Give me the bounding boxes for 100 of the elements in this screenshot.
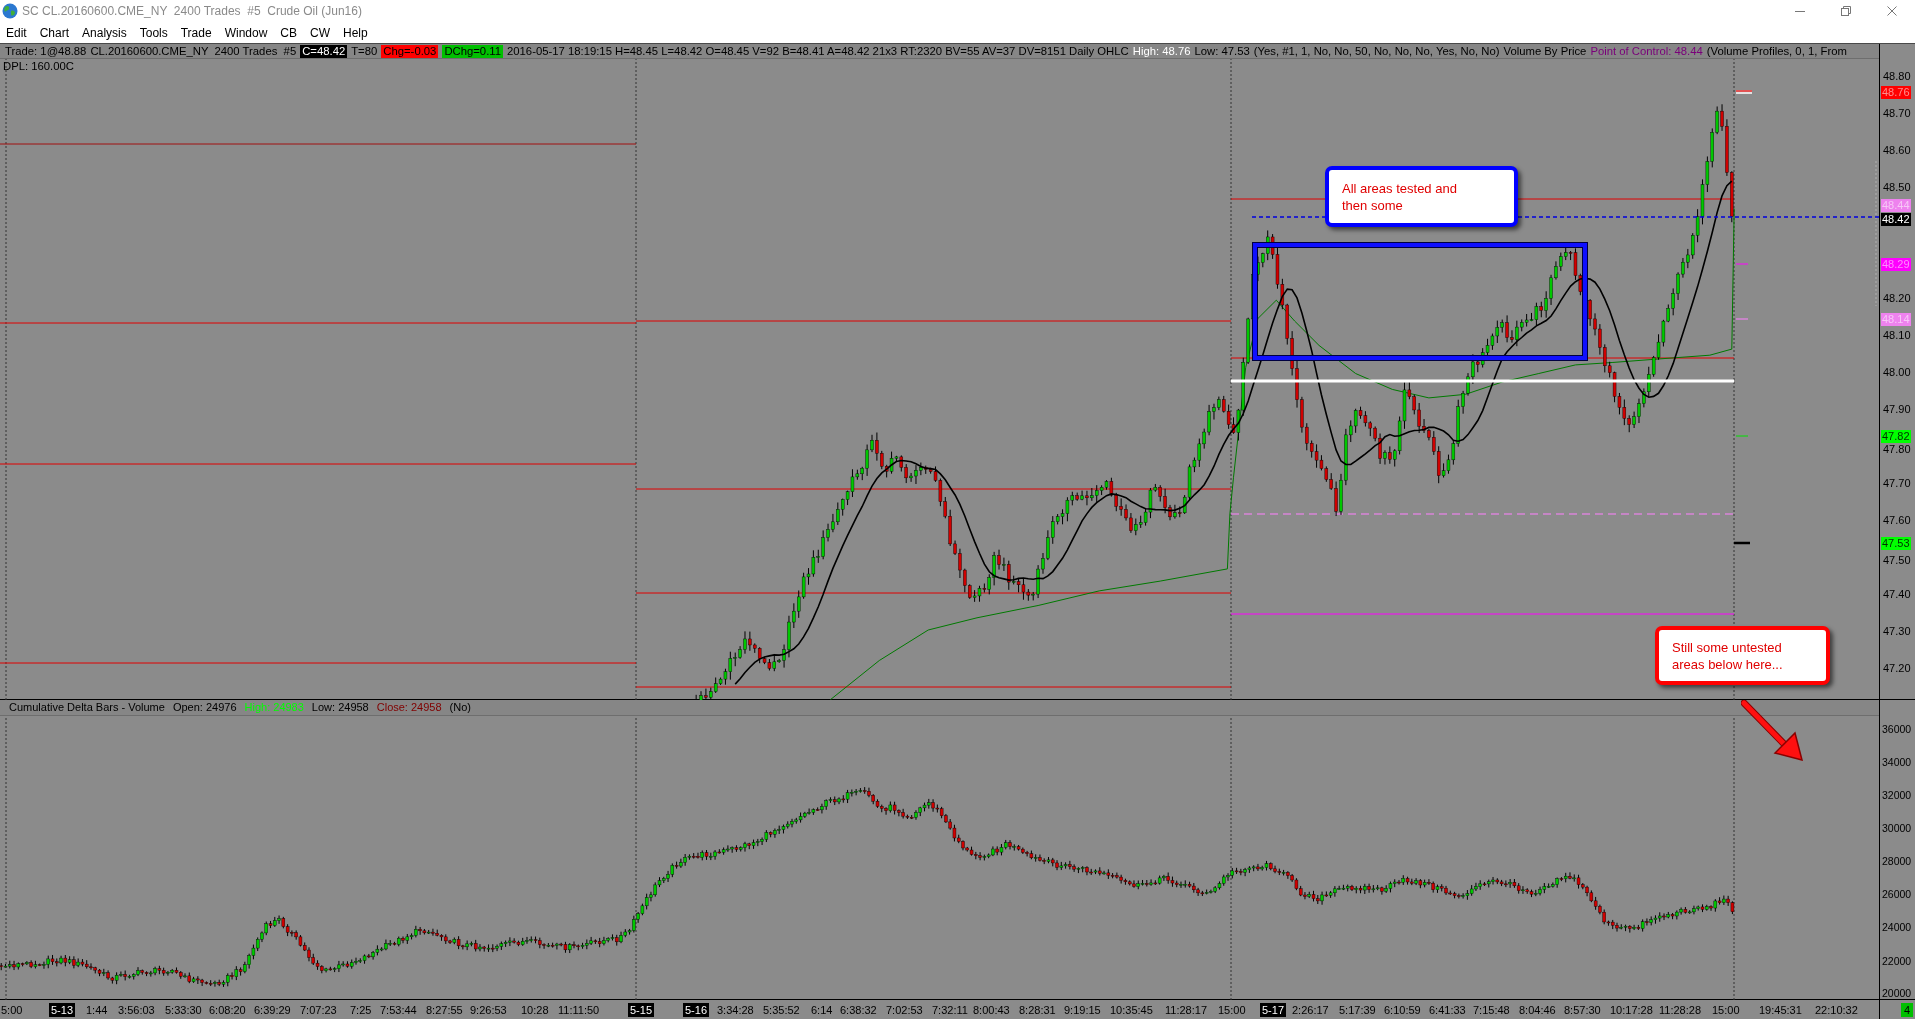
info-text: Point of Control: 48.44 xyxy=(1590,44,1703,58)
time-label: 6:38:32 xyxy=(840,1003,877,1017)
price-marker-label: 48.29 xyxy=(1881,257,1911,271)
menu-item[interactable]: CW xyxy=(306,24,334,41)
time-label: 8:28:31 xyxy=(1019,1003,1056,1017)
time-label: 8:27:55 xyxy=(426,1003,463,1017)
time-label: 3:34:28 xyxy=(717,1003,754,1017)
price-marker-label: 48.14 xyxy=(1881,312,1911,326)
info-text: Trade: 1@48.88 xyxy=(5,44,87,58)
restore-icon xyxy=(1841,6,1851,16)
price-tick-label: 48.70 xyxy=(1883,107,1911,119)
price-marker-label: 47.53 xyxy=(1881,536,1911,550)
price-tick-label: 48.00 xyxy=(1883,366,1911,378)
time-label: 7:15:48 xyxy=(1473,1003,1510,1017)
menu-item[interactable]: Edit xyxy=(2,24,31,41)
delta-tick-label: 24000 xyxy=(1882,921,1912,933)
price-tick-label: 47.40 xyxy=(1883,588,1911,600)
price-tick-label: 48.10 xyxy=(1883,329,1911,341)
callout-text: Still some untested areas below here... xyxy=(1672,638,1784,673)
menu-item[interactable]: Analysis xyxy=(78,24,131,41)
date-label: 5-13 xyxy=(49,1003,76,1017)
time-label: 22:10:32 xyxy=(1815,1003,1858,1017)
price-tick-label: 47.90 xyxy=(1883,403,1911,415)
info-text: 2016-05-17 18:19:15 H=48.45 L=48.42 O=48.45 V=92 B=48.41 A=48.42 21x3 RT:2320 BV=55 AV=37 DV=8151 Daily OHLC xyxy=(507,44,1129,58)
menu-item[interactable]: Help xyxy=(339,24,372,41)
price-tick-label: 47.20 xyxy=(1883,662,1911,674)
price-tick-label: 47.80 xyxy=(1883,443,1911,455)
price-tick-label: 47.50 xyxy=(1883,554,1911,566)
time-label: 7:02:53 xyxy=(886,1003,923,1017)
close-icon xyxy=(1887,6,1897,16)
time-label: 2:26:17 xyxy=(1292,1003,1329,1017)
price-tick-label: 47.60 xyxy=(1883,514,1911,526)
time-label: 10:35:45 xyxy=(1110,1003,1153,1017)
menu-item[interactable]: Trade xyxy=(176,24,216,41)
time-label: 10:17:28 xyxy=(1610,1003,1653,1017)
time-label: 15:00 xyxy=(1218,1003,1246,1017)
price-tick-label: 47.70 xyxy=(1883,477,1911,489)
price-marker-label: 48.76 xyxy=(1881,85,1911,99)
delta-tick-label: 26000 xyxy=(1882,888,1912,900)
info-text: CL.20160600.CME_NY 2400 Trades #5 xyxy=(90,44,297,58)
time-label: 5:00 xyxy=(1,1003,23,1017)
info-text: Low: 47.53 xyxy=(1194,44,1250,58)
time-label: 11:28:17 xyxy=(1165,1003,1207,1017)
menu-item[interactable]: Tools xyxy=(135,24,172,41)
callout-text: All areas tested and then some xyxy=(1342,179,1458,214)
time-label: 5:33:30 xyxy=(165,1003,202,1017)
time-label: 9:26:53 xyxy=(470,1003,507,1017)
time-label: 7:53:44 xyxy=(380,1003,417,1017)
delta-tick-label: 22000 xyxy=(1882,955,1912,967)
info-text: T=80 xyxy=(351,44,378,58)
time-label: 10:28 xyxy=(521,1003,549,1017)
time-label: 8:00:43 xyxy=(973,1003,1010,1017)
info-text: Volume By Price xyxy=(1503,44,1587,58)
bar-counter-label: 4 xyxy=(1900,1002,1913,1017)
time-label: 9:19:15 xyxy=(1064,1003,1101,1017)
menu-item[interactable]: Chart xyxy=(35,24,74,41)
dpl-label: DPL: 160.00C xyxy=(3,59,74,72)
menu-item[interactable]: Window xyxy=(220,24,272,41)
time-label: 8:04:46 xyxy=(1519,1003,1556,1017)
price-marker-label: 47.82 xyxy=(1881,429,1911,443)
time-label: 7:25 xyxy=(350,1003,372,1017)
price-marker-label: 48.44 xyxy=(1881,198,1911,212)
time-label: 6:39:29 xyxy=(254,1003,291,1017)
time-label: 6:08:20 xyxy=(209,1003,246,1017)
time-label: 7:07:23 xyxy=(300,1003,337,1017)
time-label: 7:32:11 xyxy=(932,1003,968,1017)
globe-icon xyxy=(2,3,18,19)
delta-tick-label: 32000 xyxy=(1882,789,1912,801)
price-tick-label: 48.60 xyxy=(1883,144,1911,156)
info-text: (Volume Profiles, 0, 1, From xyxy=(1706,44,1847,58)
time-label: 5:35:52 xyxy=(763,1003,800,1017)
window-title: SC CL.20160600.CME_NY 2400 Trades #5 Crude Oil (Jun16) xyxy=(22,3,362,20)
date-label: 5-15 xyxy=(628,1003,655,1017)
info-value-label: C=48.42 xyxy=(300,44,348,58)
time-label: 6:14 xyxy=(811,1003,833,1017)
time-label: 8:57:30 xyxy=(1564,1003,1601,1017)
info-text: (Yes, #1, 1, No, No, 50, No, No, No, Yes, No, No) xyxy=(1253,44,1500,58)
time-label: 11:28:28 xyxy=(1659,1003,1701,1017)
menu-item[interactable]: CB xyxy=(276,24,301,41)
delta-tick-label: 36000 xyxy=(1882,723,1912,735)
time-label: 6:41:33 xyxy=(1429,1003,1466,1017)
delta-tick-label: 28000 xyxy=(1882,855,1912,867)
price-tick-label: 48.50 xyxy=(1883,181,1911,193)
info-text: High: 48.76 xyxy=(1132,44,1191,58)
price-tick-label: 48.80 xyxy=(1883,70,1911,82)
time-label: 11:11:50 xyxy=(558,1003,600,1017)
minimize-icon xyxy=(1795,10,1805,12)
time-label: 19:45:31 xyxy=(1759,1003,1802,1017)
time-label: 1:44 xyxy=(86,1003,108,1017)
date-label: 5-17 xyxy=(1260,1003,1287,1017)
info-value-label: Chg=-0.03 xyxy=(381,44,439,58)
price-tick-label: 47.30 xyxy=(1883,625,1911,637)
time-label: 5:17:39 xyxy=(1339,1003,1376,1017)
delta-tick-label: 34000 xyxy=(1882,756,1912,768)
time-label: 6:10:59 xyxy=(1384,1003,1421,1017)
time-label: 15:00 xyxy=(1712,1003,1740,1017)
time-label: 3:56:03 xyxy=(118,1003,155,1017)
price-tick-label: 48.20 xyxy=(1883,292,1911,304)
price-marker-label: 48.42 xyxy=(1881,212,1911,226)
info-value-label: DChg=0.11 xyxy=(442,44,503,58)
